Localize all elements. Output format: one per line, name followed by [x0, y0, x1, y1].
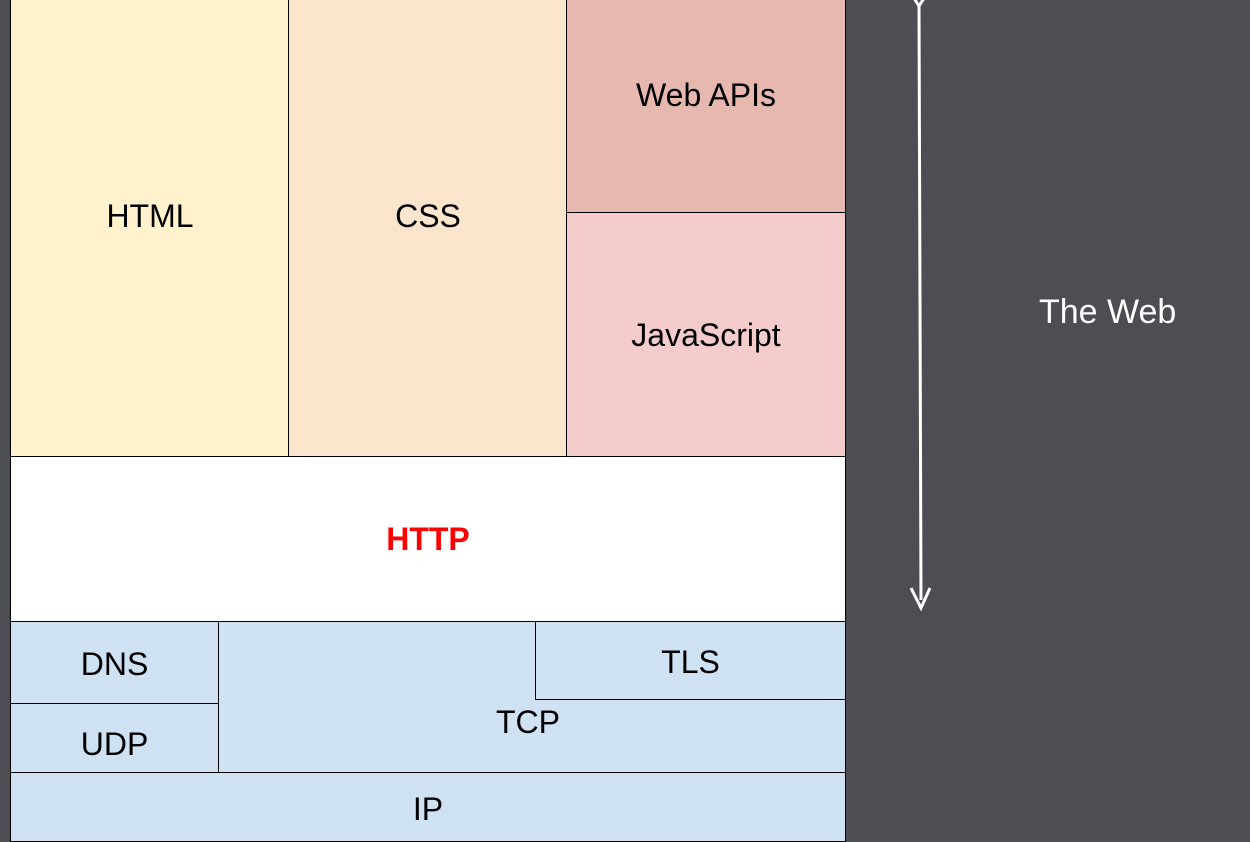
- the-web-label: The Web: [1039, 293, 1177, 331]
- arrow-shaft: [917, 3, 923, 601]
- arrow-head-top: [913, 0, 925, 9]
- web-span-arrow: [909, 0, 932, 612]
